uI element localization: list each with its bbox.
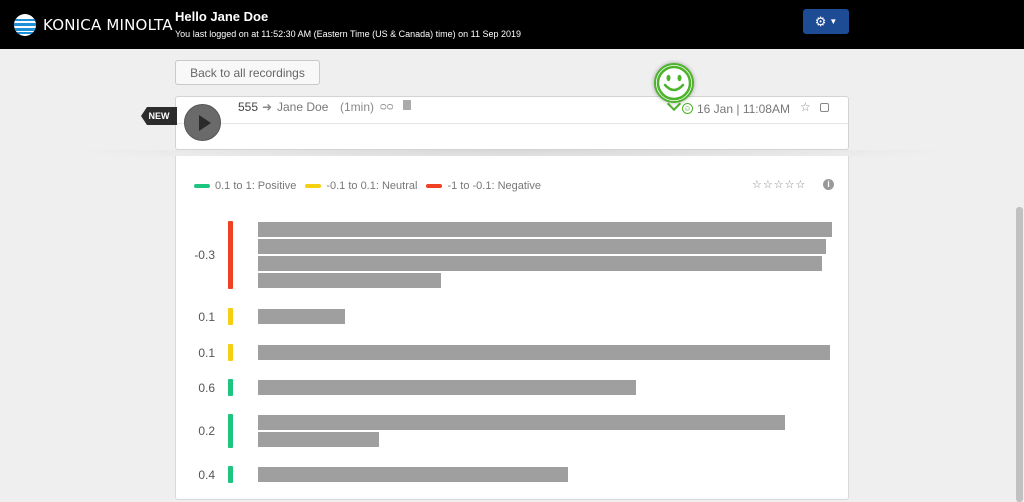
konica-minolta-logo[interactable]: KONICA MINOLTA: [14, 14, 173, 36]
logo-text: KONICA MINOLTA: [43, 16, 173, 34]
divider: [176, 123, 848, 124]
legend-neutral: -0.1 to 0.1: Neutral: [305, 180, 417, 192]
sentiment-smiley-icon: [654, 63, 694, 103]
segment-score: 0.1: [198, 309, 215, 324]
new-badge: NEW: [141, 107, 177, 125]
play-button[interactable]: [184, 104, 221, 141]
note-icon[interactable]: [403, 100, 411, 110]
transcript-line-bar[interactable]: [258, 415, 785, 430]
gear-icon: ⚙: [814, 13, 827, 29]
info-icon[interactable]: i: [823, 179, 834, 190]
greeting: Hello Jane Doe: [175, 9, 269, 24]
scrollbar-thumb[interactable]: [1016, 207, 1023, 502]
last-logon-info: You last logged on at 11:52:30 AM (Easte…: [175, 29, 522, 39]
settings-menu-button[interactable]: ⚙ ▼: [803, 9, 849, 34]
call-duration: (1min): [340, 100, 375, 114]
rating-stars[interactable]: ☆☆☆☆☆: [752, 178, 806, 191]
callee-name: Jane Doe: [277, 100, 329, 114]
legend-label: -0.1 to 0.1: Neutral: [326, 180, 418, 192]
legend-swatch: [426, 184, 443, 188]
transcript-line-bar[interactable]: [258, 467, 568, 482]
caller-number: 555: [238, 100, 259, 114]
arrow-right-icon: ➜: [262, 100, 273, 114]
transcript-line-bar[interactable]: [258, 256, 822, 271]
sentiment-legend: 0.1 to 1: Positive -0.1 to 0.1: Neutral …: [194, 180, 550, 192]
segment-sentiment-bar: [228, 466, 233, 483]
transcript-line-bar[interactable]: [258, 273, 441, 288]
select-checkbox[interactable]: [820, 103, 829, 112]
legend-swatch: [194, 184, 210, 188]
legend-swatch: [305, 184, 322, 188]
voicemail-icon: ᴑᴑ: [380, 101, 394, 113]
legend-label: -1 to -0.1: Negative: [447, 180, 541, 192]
legend-negative: -1 to -0.1: Negative: [426, 180, 541, 192]
recording-date: 16 Jan | 11:08AM: [697, 102, 790, 116]
segment-score: -0.3: [194, 248, 215, 262]
star-icon[interactable]: ☆: [800, 100, 811, 114]
segment-score: 0.6: [198, 380, 215, 395]
globe-logo-icon: [14, 14, 36, 36]
segment-sentiment-bar: [228, 344, 233, 361]
segment-sentiment-bar: [228, 308, 233, 325]
transcript-line-bar[interactable]: [258, 345, 830, 360]
back-to-recordings-button[interactable]: Back to all recordings: [175, 60, 320, 85]
caret-down-icon: ▼: [829, 17, 838, 26]
transcript-line-bar[interactable]: [258, 239, 826, 254]
segment-sentiment-bar: [228, 414, 233, 448]
transcript-line-bar[interactable]: [258, 432, 379, 447]
transcript-line-bar[interactable]: [258, 222, 832, 237]
transcript-line-bar[interactable]: [258, 380, 636, 395]
segment-score: 0.1: [198, 345, 215, 360]
legend-positive: 0.1 to 1: Positive: [194, 180, 296, 192]
segment-sentiment-bar: [228, 221, 233, 289]
segment-score: 0.2: [198, 424, 215, 438]
sentiment-panel: [175, 156, 849, 500]
transcript-line-bar[interactable]: [258, 309, 345, 324]
legend-label: 0.1 to 1: Positive: [215, 180, 297, 192]
segment-score: 0.4: [198, 467, 215, 482]
smiley-icon: ☺: [682, 103, 693, 114]
segment-sentiment-bar: [228, 379, 233, 396]
